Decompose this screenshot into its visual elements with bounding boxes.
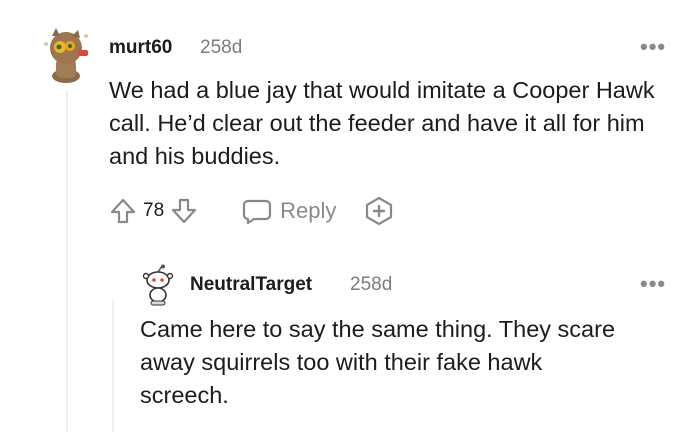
vote-controls: 78 xyxy=(109,197,198,225)
comment-body: We had a blue jay that would imitate a C… xyxy=(109,77,655,169)
vote-count: 78 xyxy=(143,200,165,221)
thread-line[interactable] xyxy=(66,90,68,432)
reply-timestamp[interactable]: 258d xyxy=(350,274,392,296)
downvote-arrow-icon[interactable] xyxy=(170,197,198,225)
comment-timestamp[interactable]: 258d xyxy=(200,37,242,59)
comment-username[interactable]: murt60 xyxy=(109,37,172,59)
comment-more-options-icon[interactable]: ••• xyxy=(640,34,666,60)
reply-avatar[interactable] xyxy=(140,264,176,306)
comment-actions: 78 Reply xyxy=(109,194,394,228)
reply-button[interactable]: Reply xyxy=(242,197,336,225)
snoo-avatar-icon xyxy=(142,264,174,306)
reply-more-options-icon[interactable]: ••• xyxy=(640,271,666,297)
upvote-arrow-icon[interactable] xyxy=(109,197,137,225)
comment-bubble-icon xyxy=(243,199,272,225)
add-award-icon xyxy=(366,196,393,226)
reply-username[interactable]: NeutralTarget xyxy=(190,274,312,296)
reply-body: Came here to say the same thing. They sc… xyxy=(140,316,616,408)
avatar[interactable] xyxy=(36,24,96,84)
user-avatar-icon xyxy=(44,28,88,83)
award-button[interactable] xyxy=(364,196,394,226)
thread-line-nested[interactable] xyxy=(112,300,114,432)
reply-label: Reply xyxy=(280,198,337,223)
